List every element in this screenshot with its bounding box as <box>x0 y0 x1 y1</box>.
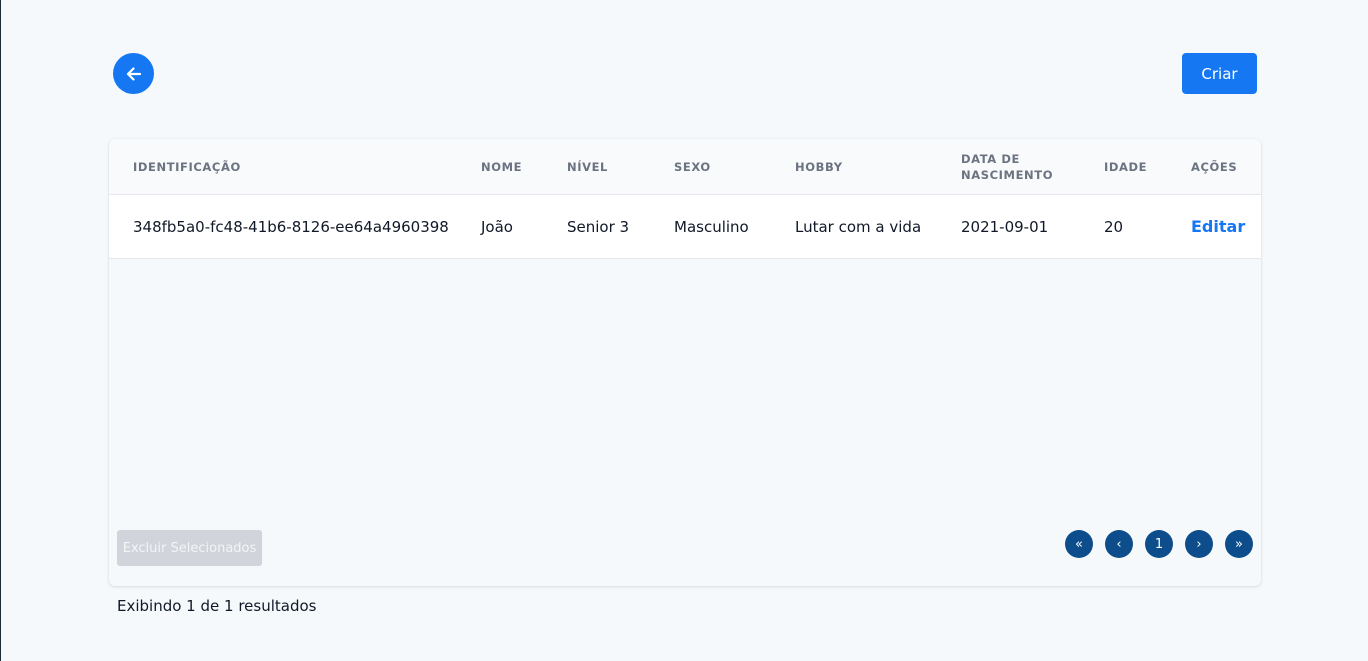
cell-data-nascimento: 2021-09-01 <box>961 217 1049 236</box>
results-count-text: Exibindo 1 de 1 resultados <box>117 597 317 615</box>
cell-hobby: Lutar com a vida <box>795 217 922 236</box>
column-header-sexo[interactable]: SEXO <box>674 139 711 194</box>
back-button[interactable] <box>113 53 154 94</box>
cell-nome: João <box>481 217 513 236</box>
column-header-acoes: AÇÕES <box>1191 159 1238 174</box>
column-header-idade[interactable]: IDADE <box>1104 139 1147 194</box>
pagination-page-1-button[interactable]: 1 <box>1145 530 1173 558</box>
pagination-next-button[interactable]: › <box>1185 530 1213 558</box>
pagination-prev-button[interactable]: ‹ <box>1105 530 1133 558</box>
window-left-edge <box>0 0 1 661</box>
column-header-nome[interactable]: NOME <box>481 139 522 194</box>
column-header-identificacao[interactable]: IDENTIFICAÇÃO <box>133 139 241 194</box>
table-row[interactable]: 348fb5a0-fc48-41b6-8126-ee64a4960398 Joã… <box>109 195 1261 259</box>
data-table-card: IDENTIFICAÇÃO NOME NÍVEL SEXO HOBBY DATA… <box>109 139 1261 586</box>
table-header: IDENTIFICAÇÃO NOME NÍVEL SEXO HOBBY DATA… <box>109 139 1261 195</box>
pagination-first-button[interactable]: « <box>1065 530 1093 558</box>
cell-idade: 20 <box>1104 217 1124 236</box>
pagination-last-button[interactable]: » <box>1225 530 1253 558</box>
cell-sexo: Masculino <box>674 217 749 236</box>
column-header-nivel[interactable]: NÍVEL <box>567 139 608 194</box>
cell-identificacao: 348fb5a0-fc48-41b6-8126-ee64a4960398 <box>133 217 449 236</box>
cell-acoes: Editar <box>1191 195 1245 258</box>
column-header-hobby[interactable]: HOBBY <box>795 139 843 194</box>
column-header-data-nascimento[interactable]: DATA DE NASCIMENTO <box>961 139 1061 194</box>
delete-selected-button[interactable]: Excluir Selecionados <box>117 530 262 566</box>
edit-link[interactable]: Editar <box>1191 217 1245 236</box>
create-button[interactable]: Criar <box>1182 53 1257 94</box>
cell-nivel: Senior 3 <box>567 217 630 236</box>
arrow-left-icon <box>124 64 144 84</box>
